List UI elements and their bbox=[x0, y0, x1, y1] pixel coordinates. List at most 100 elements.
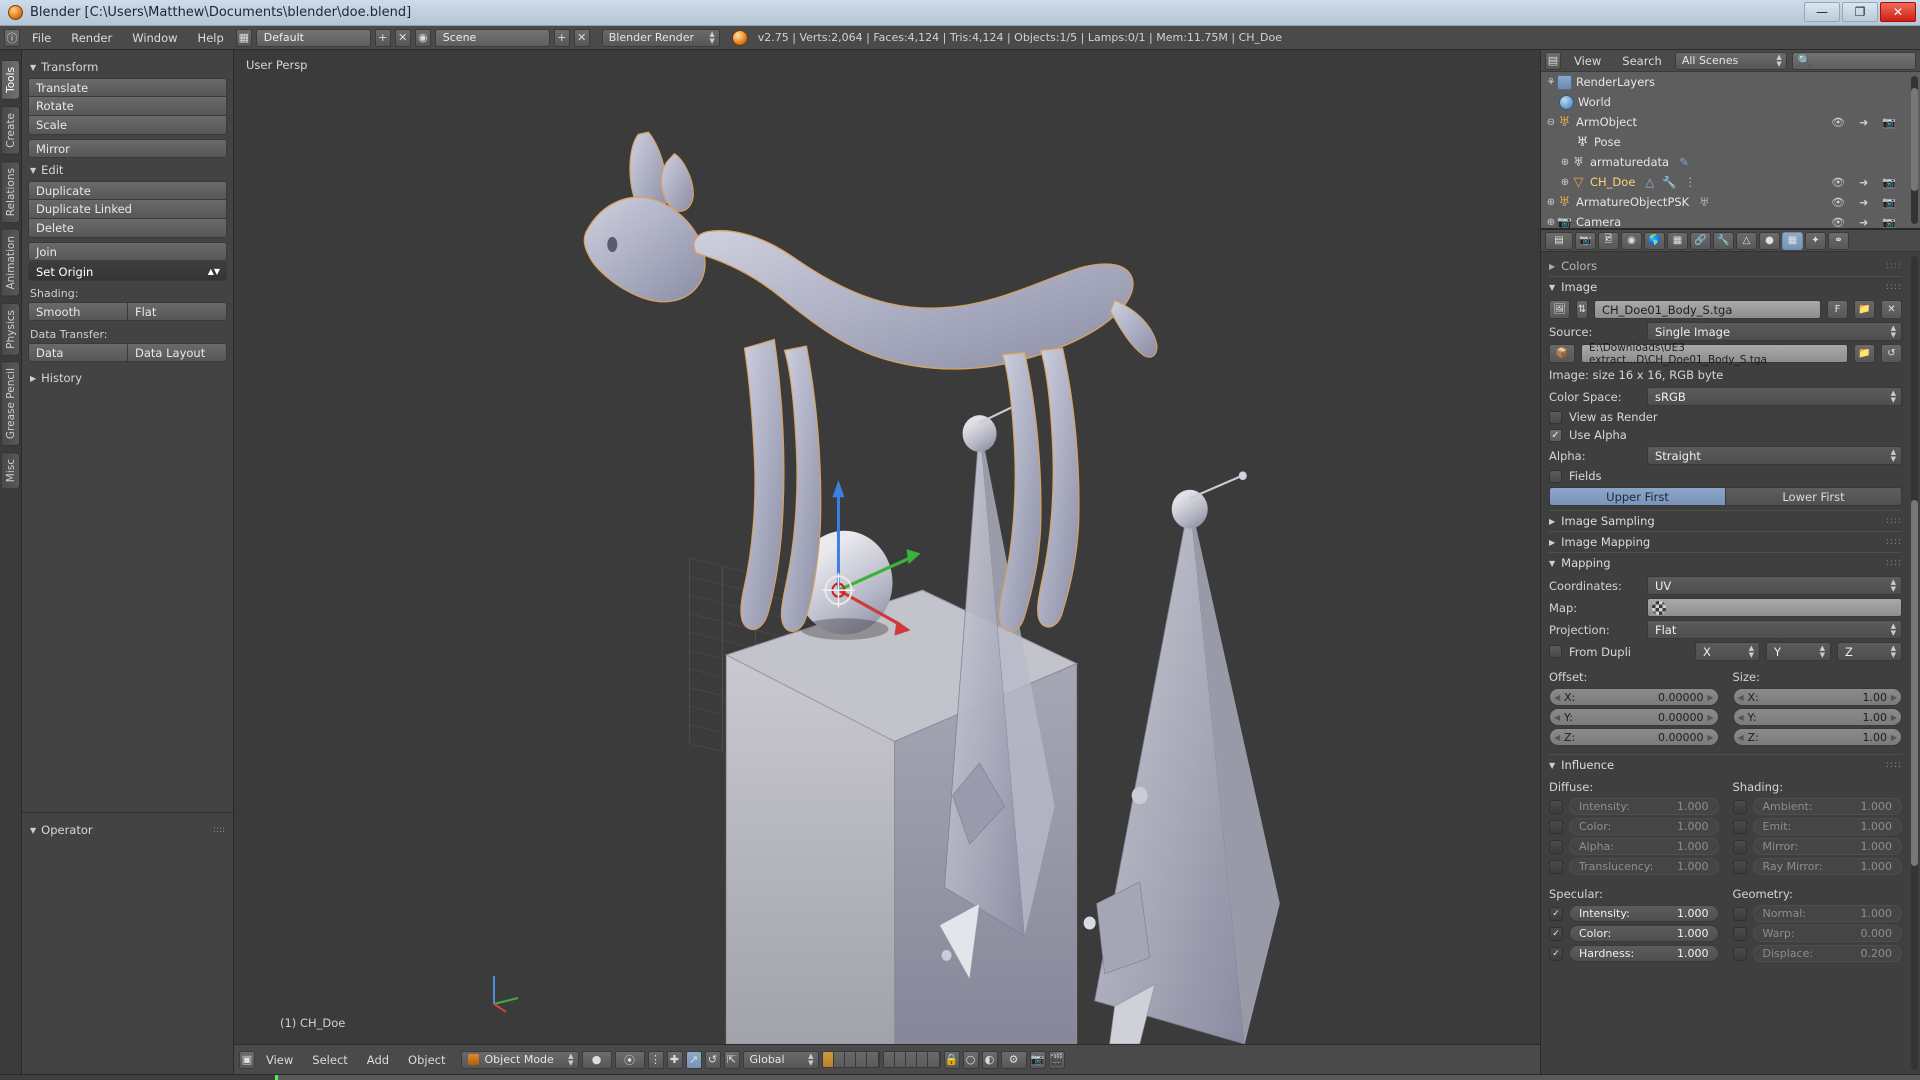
expand-icon[interactable]: ⚘ bbox=[1545, 77, 1557, 88]
specular-intensity-row[interactable]: ✓ Intensity: 1.000 bbox=[1549, 905, 1719, 922]
shading-emit-checkbox[interactable] bbox=[1732, 819, 1747, 834]
outliner-row-world[interactable]: World bbox=[1541, 92, 1920, 112]
maximize-button[interactable]: ❐ bbox=[1842, 2, 1878, 22]
specular-hardness-row[interactable]: ✓ Hardness: 1.000 bbox=[1549, 945, 1719, 962]
shading-ambient-checkbox[interactable] bbox=[1732, 799, 1747, 814]
diffuse-translucency-checkbox[interactable] bbox=[1549, 859, 1563, 874]
viewport-menu-view[interactable]: View bbox=[258, 1051, 301, 1069]
falloff-icon[interactable]: ◐ bbox=[981, 1050, 998, 1069]
menu-file[interactable]: File bbox=[24, 29, 59, 47]
new-image-icon[interactable]: 📁 bbox=[1854, 300, 1875, 319]
expand-icon[interactable]: ⊕ bbox=[1559, 177, 1571, 188]
image-datablock-icon[interactable]: 🖼 bbox=[1549, 300, 1570, 319]
fields-row[interactable]: Fields bbox=[1549, 469, 1902, 483]
opengl-render-icon[interactable]: 🎬 bbox=[1048, 1050, 1065, 1069]
outliner-menu-search[interactable]: Search bbox=[1614, 52, 1670, 70]
eye-icon[interactable]: 👁 bbox=[1831, 196, 1845, 209]
tab-grease-pencil[interactable]: Grease Pencil bbox=[2, 361, 20, 447]
duplicate-button[interactable]: Duplicate bbox=[28, 181, 227, 200]
outliner-row-renderlayers[interactable]: ⚘ RenderLayers bbox=[1541, 72, 1920, 92]
fields-checkbox[interactable] bbox=[1549, 469, 1562, 483]
viewport-menu-select[interactable]: Select bbox=[304, 1051, 355, 1069]
shading-mirror-row[interactable]: Mirror: 1.000 bbox=[1732, 838, 1902, 855]
tab-render[interactable]: 📷 bbox=[1575, 231, 1596, 250]
from-dupli-checkbox[interactable] bbox=[1549, 645, 1562, 658]
tab-world[interactable]: 🌎 bbox=[1644, 231, 1665, 250]
editor-type-icon[interactable]: ▤ bbox=[1545, 51, 1561, 70]
lower-first-button[interactable]: Lower First bbox=[1726, 487, 1902, 506]
tab-render-layers[interactable]: 🖻 bbox=[1598, 231, 1619, 250]
tab-physics[interactable]: ⚭ bbox=[1828, 231, 1849, 250]
geometry-displace-row[interactable]: Displace: 0.200 bbox=[1732, 945, 1902, 962]
viewport-menu-object[interactable]: Object bbox=[400, 1051, 453, 1069]
close-button[interactable]: ✕ bbox=[1880, 2, 1916, 22]
cursor-icon[interactable]: ➜ bbox=[1859, 216, 1868, 229]
shading-ray-mirror-slider[interactable]: Ray Mirror: 1.000 bbox=[1752, 858, 1902, 875]
outliner-row-armaturedata[interactable]: ⊕ ♅ armaturedata ✎ bbox=[1541, 152, 1920, 172]
file-icon[interactable]: 📦 bbox=[1549, 344, 1575, 363]
manipulator-rotate-toggle[interactable]: ↺ bbox=[704, 1050, 721, 1069]
tab-misc[interactable]: Misc bbox=[2, 452, 20, 490]
menu-help[interactable]: Help bbox=[190, 29, 232, 47]
increment-icon[interactable]: ▶ bbox=[1707, 733, 1713, 742]
viewport-3d[interactable]: User Persp (1) CH_Doe ▣ View Select Add … bbox=[234, 50, 1540, 1074]
diffuse-intensity-checkbox[interactable] bbox=[1549, 799, 1563, 814]
outliner-menu-view[interactable]: View bbox=[1566, 52, 1609, 70]
projection-select[interactable]: Flat ▲ ▼ bbox=[1647, 620, 1902, 639]
image-name-field[interactable]: CH_Doe01_Body_S.tga bbox=[1594, 300, 1821, 319]
geometry-normal-row[interactable]: Normal: 1.000 bbox=[1732, 905, 1902, 922]
viewport-menu-add[interactable]: Add bbox=[359, 1051, 397, 1069]
diffuse-alpha-row[interactable]: Alpha: 1.000 bbox=[1549, 838, 1719, 855]
reload-icon[interactable]: ↺ bbox=[1881, 344, 1902, 363]
decrement-icon[interactable]: ◀ bbox=[1554, 713, 1560, 722]
tab-physics[interactable]: Physics bbox=[2, 302, 20, 356]
specular-intensity-checkbox[interactable]: ✓ bbox=[1549, 906, 1563, 921]
projection-axis-y-select[interactable]: Y ▲ ▼ bbox=[1766, 642, 1831, 661]
menu-render[interactable]: Render bbox=[63, 29, 120, 47]
operator-panel-header[interactable]: ▼ Operator :::: bbox=[28, 819, 227, 841]
shading-mirror-slider[interactable]: Mirror: 1.000 bbox=[1752, 838, 1902, 855]
translate-button[interactable]: Translate bbox=[28, 78, 227, 97]
add-layout-button[interactable]: + bbox=[374, 28, 391, 47]
outliner-display-mode-select[interactable]: All Scenes ▲ ▼ bbox=[1674, 51, 1787, 70]
data-button[interactable]: Data bbox=[28, 343, 128, 362]
offset-y-field[interactable]: ◀ Y: 0.00000 ▶ bbox=[1549, 708, 1719, 726]
manipulator-scale-toggle[interactable]: ⇱ bbox=[723, 1050, 740, 1069]
outliner-visibility-icons[interactable]: 👁 ➜ 📷 bbox=[1831, 216, 1896, 229]
outliner-visibility-icons[interactable]: 👁 ➜ 📷 bbox=[1831, 176, 1896, 189]
map-field[interactable] bbox=[1647, 598, 1902, 617]
render-engine-select[interactable]: Blender Render ▲ ▼ bbox=[601, 28, 720, 47]
pivot-point-select[interactable]: ⦿ bbox=[614, 1050, 645, 1069]
increment-icon[interactable]: ▶ bbox=[1707, 693, 1713, 702]
outliner-tree[interactable]: ⚘ RenderLayers World ⊖ ♅ ArmObject 👁 ➜ 📷 bbox=[1541, 72, 1920, 228]
use-alpha-row[interactable]: ✓ Use Alpha bbox=[1549, 428, 1902, 442]
scene-layers-top-icon[interactable] bbox=[821, 1051, 880, 1068]
outliner-row-armobject[interactable]: ⊖ ♅ ArmObject 👁 ➜ 📷 bbox=[1541, 112, 1920, 132]
camera-icon[interactable]: 📷 bbox=[1882, 216, 1896, 229]
alpha-select[interactable]: Straight ▲ ▼ bbox=[1647, 446, 1902, 465]
delete-layout-button[interactable]: ✕ bbox=[394, 28, 411, 47]
outliner-row-pose[interactable]: ♅ Pose bbox=[1541, 132, 1920, 152]
translate-manipulator-icon[interactable]: ✚ bbox=[666, 1050, 683, 1069]
mirror-button[interactable]: Mirror bbox=[28, 139, 227, 158]
diffuse-intensity-slider[interactable]: Intensity: 1.000 bbox=[1569, 798, 1719, 815]
influence-section-header[interactable]: ▼ Influence :::: bbox=[1549, 754, 1902, 775]
geometry-warp-slider[interactable]: Warp: 0.000 bbox=[1752, 925, 1902, 942]
outliner-row-ch-doe[interactable]: ⊕ ▽ CH_Doe △ 🔧 ⋮ 👁 ➜ 📷 bbox=[1541, 172, 1920, 192]
size-z-field[interactable]: ◀ Z: 1.00 ▶ bbox=[1732, 728, 1902, 746]
tab-modifiers[interactable]: 🔧 bbox=[1713, 231, 1734, 250]
specular-color-row[interactable]: ✓ Color: 1.000 bbox=[1549, 925, 1719, 942]
increment-icon[interactable]: ▶ bbox=[1707, 713, 1713, 722]
image-path-field[interactable]: E:\Downloads\UE3 extract...D\CH_Doe01_Bo… bbox=[1581, 342, 1848, 366]
projection-axis-z-select[interactable]: Z ▲ ▼ bbox=[1837, 642, 1902, 661]
use-alpha-checkbox[interactable]: ✓ bbox=[1549, 428, 1562, 442]
specular-intensity-slider[interactable]: Intensity: 1.000 bbox=[1569, 905, 1719, 922]
view-as-render-row[interactable]: View as Render bbox=[1549, 410, 1902, 424]
mapping-section-header[interactable]: ▼ Mapping :::: bbox=[1549, 552, 1902, 573]
duplicate-linked-button[interactable]: Duplicate Linked bbox=[28, 200, 227, 219]
decrement-icon[interactable]: ◀ bbox=[1738, 733, 1744, 742]
unlink-image-icon[interactable]: ✕ bbox=[1881, 300, 1902, 319]
edit-panel-header[interactable]: ▼ Edit bbox=[28, 159, 227, 181]
tab-tools[interactable]: Tools bbox=[2, 60, 20, 100]
shading-ambient-row[interactable]: Ambient: 1.000 bbox=[1732, 798, 1902, 815]
